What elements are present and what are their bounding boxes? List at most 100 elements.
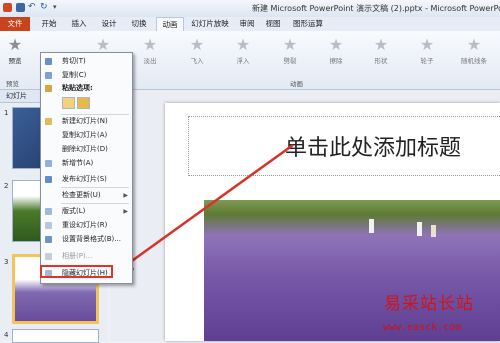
effect-random-bars[interactable]: ★ 随机线条 (454, 35, 494, 66)
menu-separator (61, 203, 129, 204)
person-figure (417, 222, 422, 236)
effect-float-in[interactable]: ★ 浮入 (228, 35, 258, 66)
menu-item-layout[interactable]: 版式(L) ▶ (41, 206, 132, 217)
context-menu: 剪切(T) 复制(C) 粘贴选项: 新建幻灯片(N) 复制幻灯片(A) 删除幻灯… (40, 52, 133, 284)
menu-item-new-section[interactable]: 新增节(A) (41, 158, 132, 169)
paste-icon (45, 85, 52, 92)
watermark-url: www.easck.com (383, 322, 462, 333)
submenu-arrow-icon: ▶ (123, 192, 128, 199)
star-icon: ★ (466, 35, 482, 54)
menu-item-label: 设置背景格式(B)... (62, 235, 121, 243)
menu-item-photo-album: 相册(P)... (41, 251, 132, 262)
star-icon: ★ (373, 35, 389, 54)
tab-view[interactable]: 视图 (262, 17, 284, 31)
preview-group-label: 预览 (6, 80, 19, 88)
watermark-name: 易采站长站 (384, 294, 474, 314)
submenu-arrow-icon: ▶ (123, 208, 128, 215)
effect-fade[interactable]: ★ 淡出 (135, 35, 165, 66)
menu-item-check-updates[interactable]: 检查更新(U) ▶ (41, 190, 132, 201)
menu-item-label: 新增节(A) (62, 159, 94, 167)
tab-design[interactable]: 设计 (96, 17, 122, 31)
slides-pane-title: 幻灯片 (6, 92, 27, 100)
person-figure (431, 225, 436, 237)
animation-group-label: 动画 (290, 80, 303, 88)
effect-label: 随机线条 (461, 57, 487, 65)
menu-item-label: 复制(C) (62, 71, 87, 79)
preview-label: 预览 (8, 57, 22, 65)
preview-button[interactable]: ★ 预览 (0, 35, 30, 66)
save-icon[interactable] (16, 3, 25, 12)
tab-slideshow[interactable]: 幻灯片放映 (188, 17, 232, 31)
tab-home[interactable]: 开始 (36, 17, 62, 31)
paste-picture-icon[interactable] (77, 97, 90, 109)
menu-item-label: 重设幻灯片(R) (62, 221, 108, 229)
slide-number: 2 (4, 182, 9, 190)
window-title: 新建 Microsoft PowerPoint 演示文稿 (2).pptx - … (252, 4, 500, 13)
tab-transitions[interactable]: 切换 (126, 17, 152, 31)
qat-dropdown-icon[interactable]: ▾ (53, 3, 57, 11)
title-bar: ↶ ↻ ▾ 新建 Microsoft PowerPoint 演示文稿 (2).p… (0, 0, 500, 17)
menu-item-copy[interactable]: 复制(C) (41, 70, 132, 81)
effect-shape[interactable]: ★ 形状 (366, 35, 396, 66)
effect-wipe[interactable]: ★ 擦除 (321, 35, 351, 66)
tab-review[interactable]: 审阅 (236, 17, 258, 31)
menu-item-reset-slide[interactable]: 重设幻灯片(R) (41, 220, 132, 231)
menu-item-delete-slide[interactable]: 删除幻灯片(D) (41, 144, 132, 155)
menu-item-label: 版式(L) (62, 207, 86, 215)
menu-item-label: 剪切(T) (62, 57, 86, 65)
new-slide-icon (45, 118, 52, 125)
menu-item-label: 复制幻灯片(A) (62, 131, 108, 139)
album-icon (45, 253, 52, 260)
star-icon: ★ (189, 35, 205, 54)
menu-item-new-slide[interactable]: 新建幻灯片(N) (41, 116, 132, 127)
star-icon: ★ (419, 35, 435, 54)
menu-item-duplicate-slide[interactable]: 复制幻灯片(A) (41, 130, 132, 141)
undo-icon[interactable]: ↶ (28, 2, 36, 12)
background-icon (45, 236, 52, 243)
effect-label: 轮子 (420, 57, 434, 65)
menu-item-label: 粘贴选项: (62, 84, 93, 92)
menu-item-label: 相册(P)... (62, 252, 93, 260)
menu-item-format-background[interactable]: 设置背景格式(B)... (41, 234, 132, 245)
section-icon (45, 160, 52, 167)
tab-file[interactable]: 文件 (0, 17, 30, 31)
effect-wheel[interactable]: ★ 轮子 (412, 35, 442, 66)
scissors-icon (45, 58, 52, 65)
tab-insert[interactable]: 插入 (66, 17, 92, 31)
star-icon: ★ (282, 35, 298, 54)
star-icon: ★ (142, 35, 158, 54)
title-placeholder-text[interactable]: 单击此处添加标题 (285, 130, 461, 162)
effect-fly-in[interactable]: ★ 飞入 (182, 35, 212, 66)
menu-item-label: 新建幻灯片(N) (62, 117, 108, 125)
menu-separator (61, 187, 129, 188)
person-figure (369, 219, 374, 233)
preview-star-icon: ★ (7, 35, 23, 54)
slide-number: 4 (4, 331, 9, 339)
slide-number: 3 (4, 258, 9, 266)
slide-number: 1 (4, 109, 9, 117)
star-icon: ★ (235, 35, 251, 54)
effect-label: 飞入 (190, 57, 204, 65)
redo-icon[interactable]: ↻ (40, 2, 48, 12)
menu-item-label: 发布幻灯片(S) (62, 175, 107, 183)
tab-shape-ops[interactable]: 图形运算 (290, 17, 326, 31)
copy-icon (45, 72, 52, 79)
menu-item-cut[interactable]: 剪切(T) (41, 56, 132, 67)
menu-separator (61, 114, 129, 115)
effect-label: 形状 (374, 57, 388, 65)
menu-item-publish-slides[interactable]: 发布幻灯片(S) (41, 174, 132, 185)
tab-animations[interactable]: 动画 (156, 17, 184, 32)
menu-item-label: 检查更新(U) (62, 191, 101, 199)
star-icon: ★ (328, 35, 344, 54)
app-icon (3, 3, 12, 12)
menu-item-label: 删除幻灯片(D) (62, 145, 108, 153)
paste-options-row (41, 96, 132, 110)
paste-keep-format-icon[interactable] (62, 97, 75, 109)
reset-icon (45, 222, 52, 229)
effect-label: 劈裂 (283, 57, 297, 65)
effect-label: 淡出 (143, 57, 157, 65)
publish-icon (45, 176, 52, 183)
effect-label: 擦除 (329, 57, 343, 65)
ribbon-tabs: 文件 开始 插入 设计 切换 动画 幻灯片放映 审阅 视图 图形运算 (0, 17, 500, 32)
effect-split[interactable]: ★ 劈裂 (275, 35, 305, 66)
